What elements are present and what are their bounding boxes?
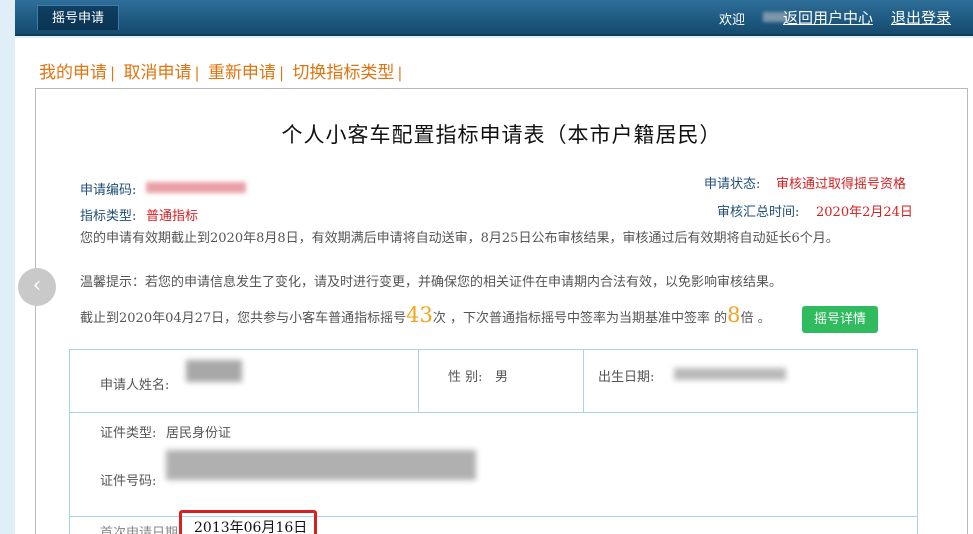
previous-arrow-icon[interactable]: ‹: [18, 268, 56, 306]
lottery-details-button[interactable]: 摇号详情: [802, 306, 878, 333]
status-value: 审核通过取得摇号资格: [776, 177, 907, 192]
top-bar: 摇号申请 欢迎 返回用户中心 退出登录: [15, 0, 973, 36]
blurred-app-no: [146, 182, 246, 193]
summary-time-value: 2020年2月24日: [816, 205, 913, 220]
id-number-label: 证件号码:: [100, 474, 157, 489]
welcome-text: 欢迎: [719, 13, 746, 28]
gender-label: 性 别:: [448, 370, 483, 385]
gender-value: 男: [495, 370, 509, 385]
lottery-count-value: 43: [406, 303, 433, 327]
id-type-label: 证件类型:: [100, 426, 157, 441]
name-label: 申请人姓名:: [100, 378, 170, 393]
status-label: 申请状态:: [704, 177, 761, 192]
application-form-card: 个人小客车配置指标申请表（本市户籍居民） 申请编码: 指标类型: 普通指标 申请…: [35, 88, 968, 534]
applicant-info-table: 申请人姓名: 性 别: 男 出生日期: 证件类型: 居民身份证 证件号码: 首次…: [69, 349, 918, 534]
nav-reapply[interactable]: 重新申请: [208, 63, 276, 83]
tip-text: 温馨提示：若您的申请信息发生了变化，请及时进行变更，并确保您的相关证件在申请期内…: [80, 275, 783, 290]
lottery-count-line: 截止到2020年04月27日，您共参与小客车普通指标摇号43次 ，下次普通指标摇…: [80, 303, 771, 327]
count-post-text: 倍 。: [740, 311, 771, 326]
nav-switch-index-type[interactable]: 切换指标类型: [292, 63, 394, 83]
index-type-label: 指标类型:: [80, 209, 137, 224]
first-apply-date-value: 2013年06月16日: [194, 520, 308, 534]
back-to-user-center-link[interactable]: 返回用户中心: [783, 7, 873, 28]
tab-lottery-application[interactable]: 摇号申请: [37, 5, 120, 30]
nav-cancel-application[interactable]: 取消申请: [123, 63, 191, 83]
blurred-id-number: [166, 450, 476, 480]
first-apply-date-highlight: 2013年06月16日: [179, 510, 317, 534]
nav-my-application[interactable]: 我的申请: [39, 63, 107, 83]
blurred-name: [186, 360, 242, 382]
summary-time-label: 审核汇总时间:: [717, 205, 800, 220]
multiple-value: 8: [727, 303, 741, 327]
blurred-birth-date: [674, 368, 786, 380]
logout-link[interactable]: 退出登录: [891, 7, 951, 28]
first-apply-date-label: 首次申请日期:: [100, 526, 183, 534]
form-title: 个人小客车配置指标申请表（本市户籍居民）: [281, 123, 722, 147]
app-no-label: 申请编码:: [80, 183, 137, 198]
birth-date-label: 出生日期:: [598, 370, 655, 385]
count-pre-text: 截止到2020年04月27日，您共参与小客车普通指标摇号: [80, 311, 407, 326]
sub-navigation: 我的申请 | 取消申请 | 重新申请 | 切换指标类型 |: [39, 63, 403, 83]
page-content: 我的申请 | 取消申请 | 重新申请 | 切换指标类型 | 个人小客车配置指标申请表（本…: [15, 38, 973, 534]
count-mid-text: 次 ，下次普通指标摇号中签率为当期基准中签率 的: [432, 311, 728, 326]
validity-text: 您的申请有效期截止到2020年8月8日，有效期满后申请将自动送审，8月25日公布…: [80, 231, 839, 246]
id-type-value: 居民身份证: [166, 426, 232, 441]
index-type-value: 普通指标: [146, 209, 199, 224]
